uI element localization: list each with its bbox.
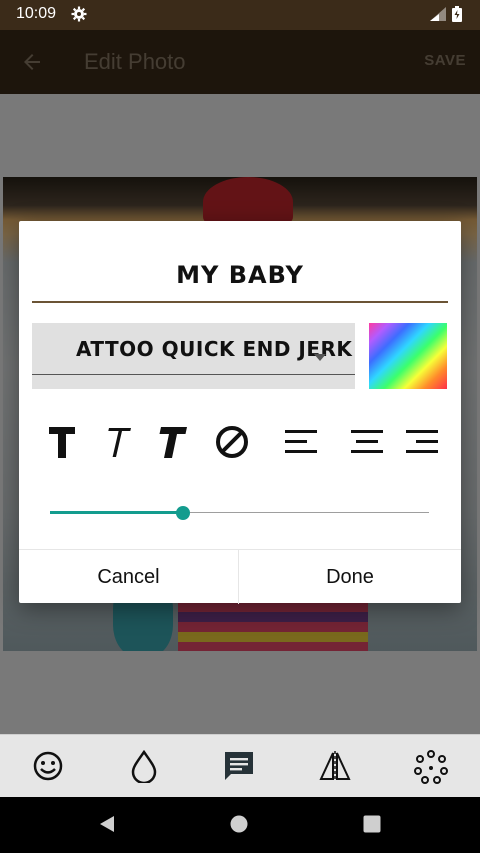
- chevron-down-icon: [314, 354, 326, 361]
- back-triangle-icon[interactable]: [96, 813, 118, 840]
- no-style-icon[interactable]: [210, 420, 254, 464]
- drop-icon[interactable]: [127, 749, 161, 785]
- size-slider[interactable]: [50, 503, 429, 523]
- slider-thumb[interactable]: [176, 506, 190, 520]
- signal-icon: [430, 7, 446, 26]
- bold-t-icon[interactable]: [41, 420, 85, 464]
- gear-icon: [71, 6, 87, 27]
- status-bar: 10:09: [0, 0, 480, 30]
- align-center-icon[interactable]: [345, 420, 389, 464]
- dialog-actions: Cancel Done: [19, 549, 461, 604]
- text-edit-dialog: MY BABY ATTOO QUICK END JERK Cancel Done: [19, 221, 461, 604]
- align-right-icon[interactable]: [400, 420, 444, 464]
- home-circle-icon[interactable]: [229, 814, 249, 839]
- battery-icon: [452, 6, 462, 27]
- text-bubble-icon[interactable]: [222, 749, 256, 783]
- align-left-icon[interactable]: [279, 420, 323, 464]
- text-input-value: MY BABY: [176, 261, 304, 289]
- color-picker-swatch[interactable]: [369, 323, 447, 389]
- status-time: 10:09: [16, 5, 57, 22]
- system-nav-bar: [0, 797, 480, 853]
- recents-square-icon[interactable]: [362, 814, 382, 839]
- italic-t-icon[interactable]: [95, 420, 139, 464]
- text-input-field[interactable]: MY BABY: [32, 255, 448, 303]
- bold-italic-t-icon[interactable]: [149, 420, 193, 464]
- cancel-button[interactable]: Cancel: [19, 550, 239, 604]
- mirror-icon[interactable]: [318, 749, 352, 783]
- done-button[interactable]: Done: [239, 550, 461, 604]
- emoji-icon[interactable]: [31, 749, 65, 783]
- editor-tools-bar: [0, 734, 480, 797]
- font-dropdown[interactable]: ATTOO QUICK END JERK: [32, 323, 355, 389]
- slider-fill: [50, 511, 183, 514]
- font-dropdown-inner: ATTOO QUICK END JERK: [32, 323, 355, 375]
- font-dropdown-value: ATTOO QUICK END JERK: [76, 337, 353, 361]
- filters-icon[interactable]: [413, 749, 448, 784]
